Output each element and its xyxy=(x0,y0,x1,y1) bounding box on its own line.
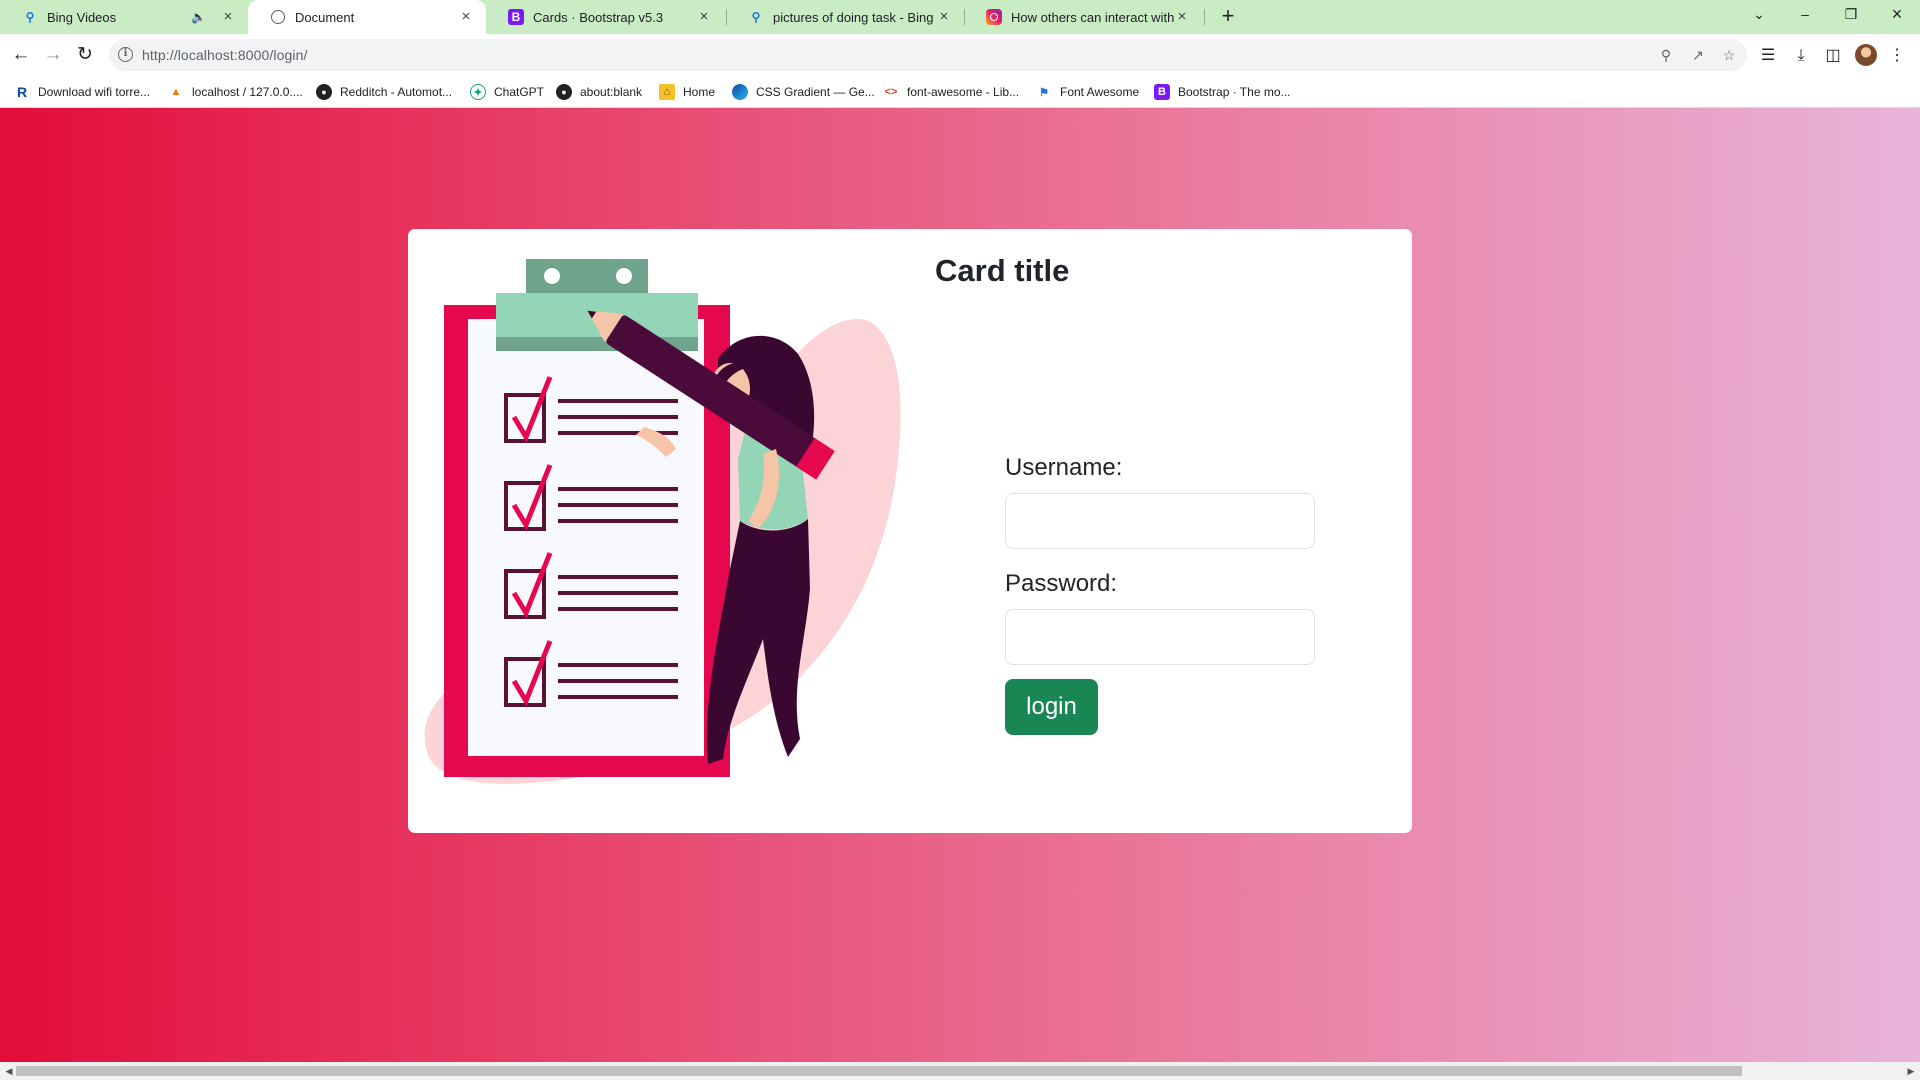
tab-title: Document xyxy=(295,9,355,25)
tab-bing-images[interactable]: ⚲ pictures of doing task - Bing ima × xyxy=(726,0,964,34)
zoom-icon[interactable]: ⚲ xyxy=(1656,45,1676,65)
bookmark-label: Download wifi torre... xyxy=(38,85,151,99)
horizontal-scrollbar[interactable]: ◀ ▶ xyxy=(0,1062,1920,1080)
media-queue-icon[interactable]: ☰ xyxy=(1757,45,1779,67)
bookmark-item[interactable]: B Bootstrap · The mo... xyxy=(1154,83,1291,101)
bing-search-icon: ⚲ xyxy=(25,10,35,24)
site-icon: ● xyxy=(316,84,332,100)
tab-document[interactable]: Document × xyxy=(248,0,486,34)
code-icon: <> xyxy=(884,86,898,98)
forward-arrow-icon[interactable]: → xyxy=(40,42,66,68)
tab-title: Bing Videos xyxy=(47,9,117,25)
login-button[interactable]: login xyxy=(1005,679,1098,735)
css-gradient-icon xyxy=(732,84,748,100)
phpmyadmin-icon: ▲ xyxy=(170,86,182,98)
instagram-icon xyxy=(986,9,1002,25)
close-icon[interactable]: × xyxy=(696,9,712,25)
tab-bootstrap-cards[interactable]: B Cards · Bootstrap v5.3 × xyxy=(486,0,724,34)
username-input[interactable] xyxy=(1005,493,1315,549)
bootstrap-icon: B xyxy=(508,9,524,25)
back-arrow-icon[interactable]: ← xyxy=(8,42,34,68)
tab-separator xyxy=(1204,9,1205,25)
card-title: Card title xyxy=(935,253,1070,288)
close-window-button[interactable]: × xyxy=(1874,0,1920,30)
share-icon[interactable]: ↗ xyxy=(1688,45,1708,65)
home-icon: ⌂ xyxy=(659,84,675,100)
bookmark-item[interactable]: ✦ ChatGPT xyxy=(470,83,544,101)
bookmark-label: ChatGPT xyxy=(494,85,545,99)
bookmark-item[interactable]: ● Redditch - Automot... xyxy=(316,83,452,101)
task-checklist-illustration xyxy=(424,259,901,784)
reload-icon[interactable]: ↻ xyxy=(72,42,98,68)
bookmark-label: font-awesome - Lib... xyxy=(907,85,1020,99)
profile-avatar[interactable] xyxy=(1855,44,1877,66)
bookmark-item[interactable]: R Download wifi torre... xyxy=(14,83,150,101)
close-icon[interactable]: × xyxy=(220,9,236,25)
tab-instagram[interactable]: How others can interact with yo × xyxy=(964,0,1202,34)
site-info-icon[interactable]: i xyxy=(118,47,133,62)
bookmark-label: about:blank xyxy=(580,85,643,99)
password-input[interactable] xyxy=(1005,609,1315,665)
minimize-button[interactable]: – xyxy=(1782,0,1828,30)
restore-button[interactable]: ❐ xyxy=(1828,0,1874,30)
bookmark-item[interactable]: <> font-awesome - Lib... xyxy=(883,83,1020,101)
bookmark-item[interactable]: ● about:blank xyxy=(556,83,642,101)
tab-title: How others can interact with yo xyxy=(1011,9,1174,25)
bookmark-label: CSS Gradient — Ge... xyxy=(756,85,875,99)
new-tab-button[interactable]: + xyxy=(1216,5,1240,29)
tab-title: pictures of doing task - Bing ima xyxy=(773,9,936,25)
bookmark-item[interactable]: ▲ localhost / 127.0.0.... xyxy=(168,83,303,101)
bing-search-icon: ⚲ xyxy=(751,10,761,24)
bookmark-label: Home xyxy=(683,85,716,99)
bookmark-label: Font Awesome xyxy=(1060,85,1140,99)
bookmark-label: Redditch - Automot... xyxy=(340,85,453,99)
site-icon: ● xyxy=(556,84,572,100)
side-panel-icon[interactable]: ◫ xyxy=(1822,45,1844,67)
tab-bing-videos[interactable]: ⚲ Bing Videos 🔈 × xyxy=(0,0,248,34)
address-url[interactable]: http://localhost:8000/login/ xyxy=(142,47,307,63)
bookmark-item[interactable]: ⚑ Font Awesome xyxy=(1036,83,1139,101)
close-icon[interactable]: × xyxy=(936,9,952,25)
bookmark-item[interactable]: ⌂ Home xyxy=(659,83,715,101)
bookmarks-bar: R Download wifi torre... ▲ localhost / 1… xyxy=(0,76,1920,108)
tab-title: Cards · Bootstrap v5.3 xyxy=(533,9,664,25)
flag-icon: ⚑ xyxy=(1039,86,1049,99)
address-bar[interactable]: i http://localhost:8000/login/ ⚲ ↗ ☆ xyxy=(109,39,1747,71)
bootstrap-icon: B xyxy=(1154,84,1170,100)
tab-search-chevron-icon[interactable]: ⌄ xyxy=(1736,0,1782,30)
close-icon[interactable]: × xyxy=(1174,9,1190,25)
globe-icon xyxy=(270,9,286,25)
page-viewport: Card title Username: Password: login xyxy=(0,108,1920,1062)
browser-toolbar: ← → ↻ i http://localhost:8000/login/ ⚲ ↗… xyxy=(0,34,1920,76)
bookmark-label: localhost / 127.0.0.... xyxy=(192,85,303,99)
r-icon: R xyxy=(16,84,28,100)
username-label: Username: xyxy=(1005,454,1123,481)
speaker-mute-icon[interactable]: 🔈 xyxy=(191,10,206,24)
close-icon[interactable]: × xyxy=(458,9,474,25)
more-menu-icon[interactable]: ⋮ xyxy=(1886,45,1908,67)
tab-strip: ⚲ Bing Videos 🔈 × Document × B Cards · B… xyxy=(0,0,1920,34)
download-icon[interactable]: ⤓ xyxy=(1790,45,1812,67)
chatgpt-icon: ✦ xyxy=(470,84,486,100)
bookmark-item[interactable]: CSS Gradient — Ge... xyxy=(732,83,875,101)
login-card: Card title Username: Password: login xyxy=(408,229,1412,833)
scroll-right-arrow-icon[interactable]: ▶ xyxy=(1904,1064,1918,1078)
password-label: Password: xyxy=(1005,570,1118,597)
bookmark-label: Bootstrap · The mo... xyxy=(1178,85,1291,99)
scrollbar-thumb[interactable] xyxy=(16,1066,1742,1076)
bookmark-star-icon[interactable]: ☆ xyxy=(1719,45,1739,65)
scroll-left-arrow-icon[interactable]: ◀ xyxy=(2,1064,16,1078)
